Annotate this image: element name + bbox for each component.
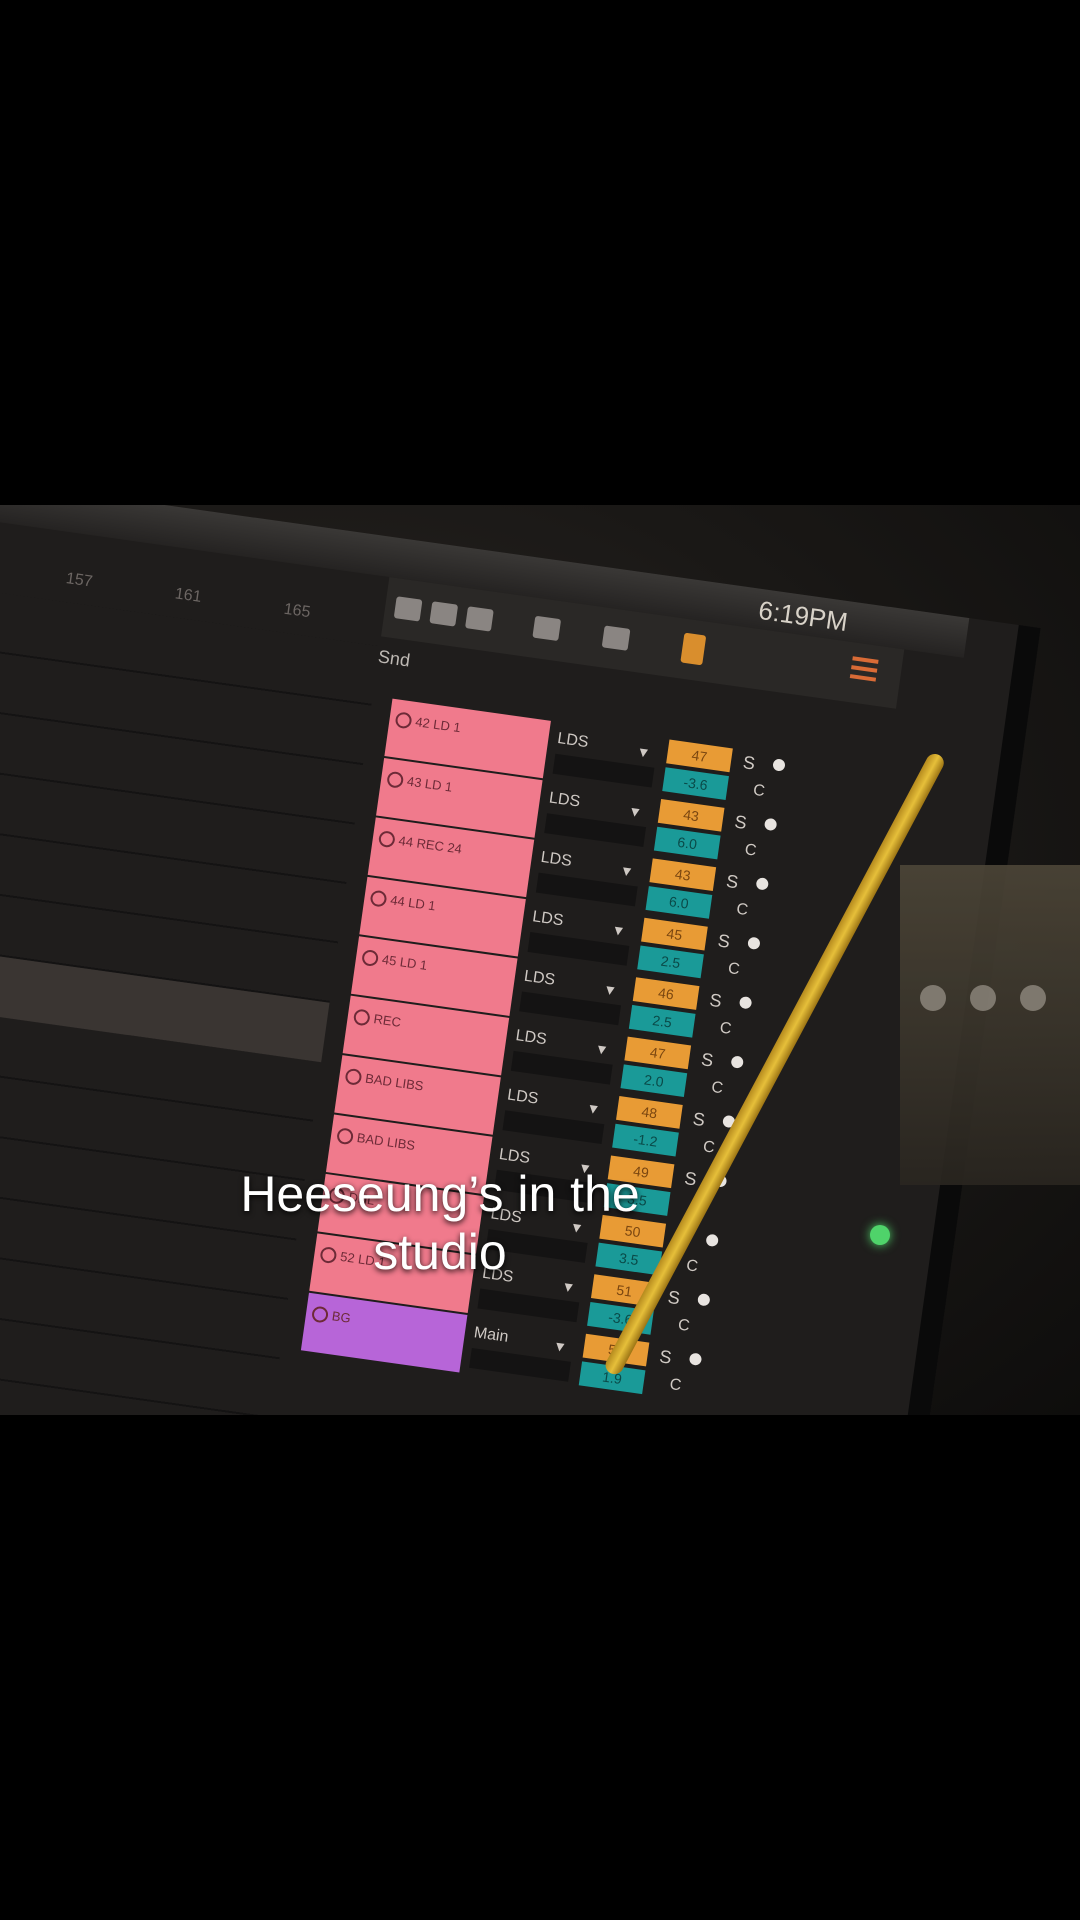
track-activator-icon[interactable] [386,770,405,789]
send-knob-icon[interactable] [738,995,753,1010]
pan-field[interactable]: 2.5 [628,1004,696,1038]
cue-button[interactable]: C [702,1138,716,1157]
input-label: LDS [522,967,557,989]
send-knob-icon[interactable] [772,758,786,772]
send-knob-icon[interactable] [763,817,778,832]
volume-field[interactable]: 45 [641,917,708,951]
solo-button[interactable]: S [658,1346,673,1368]
key-icon[interactable] [465,606,494,632]
solo-button[interactable]: S [700,1049,715,1071]
track-activator-icon[interactable] [352,1008,371,1027]
rack-knob [1020,985,1046,1011]
ruler-tick: 157 [64,570,94,591]
cpu-icon[interactable] [601,625,631,651]
track-name: 43 LD 1 [406,773,454,795]
dropdown-arrow-icon[interactable]: ▼ [602,981,618,999]
meter-icon[interactable] [532,615,562,642]
selected-loop-band [0,930,330,1063]
solo-button[interactable]: S [708,990,723,1012]
cue-button[interactable]: C [719,1019,733,1038]
track-activator-icon[interactable] [344,1067,363,1086]
pan-field[interactable]: -3.6 [662,767,729,800]
pan-field[interactable]: -1.2 [612,1123,679,1157]
track-name: BG [330,1308,352,1326]
ruler-tick: 161 [173,585,203,606]
solo-button[interactable]: S [716,930,732,952]
record-indicator-icon[interactable] [680,632,707,666]
volume-field[interactable]: 43 [649,858,717,892]
volume-field[interactable]: 46 [632,977,700,1010]
box-icon[interactable] [429,601,459,627]
dropdown-arrow-icon[interactable]: ▼ [594,1040,610,1058]
ruler-tick: 165 [282,600,312,622]
track-name: 44 REC 24 [397,832,463,857]
dropdown-arrow-icon[interactable]: ▼ [611,921,627,939]
volume-field[interactable]: 47 [624,1036,692,1070]
solo-button[interactable]: S [725,871,740,893]
track-activator-icon[interactable] [336,1127,355,1146]
input-label: LDS [514,1027,548,1049]
dropdown-arrow-icon[interactable]: ▼ [619,862,635,880]
input-label: LDS [506,1086,540,1108]
caption-line-2: studio [373,1224,507,1280]
input-label: LDS [556,730,590,752]
track-name: BAD LIBS [356,1130,417,1154]
cue-button[interactable]: C [727,960,741,979]
track-activator-icon[interactable] [394,711,413,730]
solo-button[interactable]: S [691,1109,707,1131]
hamburger-menu-icon[interactable] [849,656,879,685]
cue-button[interactable]: C [752,782,766,801]
studio-rack [900,865,1080,1185]
track-activator-icon[interactable] [377,830,396,849]
cue-button[interactable]: C [735,901,749,920]
solo-button[interactable]: S [733,812,748,834]
dropdown-arrow-icon[interactable]: ▼ [627,803,643,821]
pan-field[interactable]: 6.0 [645,886,713,919]
cue-button[interactable]: C [677,1317,691,1336]
rack-knob [920,985,946,1011]
input-label: LDS [539,848,573,871]
pan-field[interactable]: 2.5 [637,945,704,979]
track-activator-icon[interactable] [361,948,380,968]
caption: Heeseung’s in the studio [0,1165,880,1281]
send-knob-icon[interactable] [688,1352,703,1366]
send-knob-icon[interactable] [730,1055,745,1069]
track-name: REC [372,1011,402,1030]
dropdown-arrow-icon[interactable]: ▼ [636,743,652,761]
pencil-icon[interactable] [393,596,423,622]
volume-field[interactable]: 48 [616,1096,683,1129]
track-activator-icon[interactable] [369,889,388,908]
send-header: Snd [374,646,498,702]
track-name: 44 LD 1 [389,892,437,914]
cue-button[interactable]: C [710,1079,724,1098]
input-label: LDS [548,789,582,811]
caption-line-1: Heeseung’s in the [240,1166,640,1222]
input-label: LDS [531,908,565,930]
dropdown-arrow-icon[interactable]: ▼ [552,1337,568,1355]
pan-field[interactable]: 6.0 [653,826,721,860]
send-knob-icon[interactable] [697,1293,711,1307]
volume-field[interactable]: 43 [657,798,725,832]
solo-button[interactable]: S [742,752,757,774]
dropdown-arrow-icon[interactable]: ▼ [585,1100,601,1118]
input-label: Main [472,1324,510,1346]
volume-field[interactable]: 47 [666,739,733,773]
send-knob-icon[interactable] [755,877,770,891]
cue-button[interactable]: C [744,841,758,860]
rack-knob [970,985,996,1011]
send-label: Snd [376,646,412,671]
track-name: 42 LD 1 [414,714,462,736]
pan-field[interactable]: 2.0 [620,1064,688,1098]
track-name: 45 LD 1 [381,951,429,973]
track-name: BAD LIBS [364,1070,425,1094]
solo-button[interactable]: S [666,1287,682,1309]
cue-button[interactable]: C [668,1376,683,1395]
track-activator-icon[interactable] [311,1305,330,1324]
send-knob-icon[interactable] [747,936,761,951]
